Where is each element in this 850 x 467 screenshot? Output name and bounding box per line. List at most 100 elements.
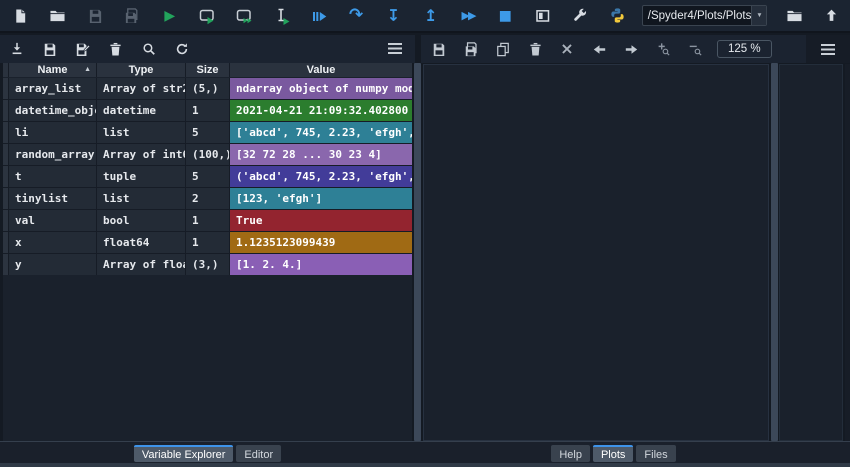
row-header <box>3 78 8 99</box>
tab-files[interactable]: Files <box>636 445 676 462</box>
parent-directory-button[interactable] <box>813 1 850 31</box>
run-button[interactable]: ▶ <box>151 1 188 31</box>
hamburger-icon <box>821 43 835 55</box>
new-file-button[interactable] <box>2 1 39 31</box>
name-cell[interactable]: val <box>9 210 96 231</box>
size-cell[interactable]: 1 <box>186 232 229 253</box>
plots-options-button[interactable] <box>806 35 850 63</box>
value-cell[interactable]: ('abcd', 745, 2.23, 'efgh', 70.2) <box>230 166 412 187</box>
step-return-button[interactable]: ↥ <box>412 1 449 31</box>
run-current-line-button[interactable]: ↷ <box>338 1 375 31</box>
run-cell-button[interactable] <box>188 1 225 31</box>
left-pane-scrollbar[interactable] <box>414 63 421 441</box>
tab-editor[interactable]: Editor <box>236 445 282 462</box>
python-path-button[interactable] <box>599 1 636 31</box>
save-data-as-button[interactable] <box>66 36 99 62</box>
variable-explorer-options-button[interactable] <box>378 35 411 61</box>
type-cell[interactable]: Array of str224 <box>97 78 185 99</box>
zoom-in-button[interactable] <box>647 36 679 62</box>
save-data-as-icon <box>75 42 90 56</box>
size-cell[interactable]: 5 <box>186 166 229 187</box>
save-data-button[interactable] <box>33 36 66 62</box>
name-cell[interactable]: tinylist <box>9 188 96 209</box>
size-cell[interactable]: (100,) <box>186 144 229 165</box>
row-header <box>3 122 8 143</box>
run-selection-button[interactable] <box>263 1 300 31</box>
right-tab-bar: Help Plots Files <box>421 445 806 462</box>
value-cell[interactable]: [32 72 28 ... 30 23 4] <box>230 144 412 165</box>
size-cell[interactable]: 1 <box>186 100 229 121</box>
save-all-plots-button[interactable] <box>455 36 487 62</box>
remove-all-plots-button[interactable]: × <box>551 36 583 62</box>
table-corner <box>3 63 8 77</box>
working-directory-combobox[interactable]: /Spyder4/Plots/Plots ▼ <box>641 5 768 26</box>
name-cell[interactable]: array_list <box>9 78 96 99</box>
save-button[interactable] <box>77 1 114 31</box>
rerun-arc-icon: ↷ <box>349 5 364 25</box>
value-cell[interactable]: ndarray object of numpy module <box>230 78 412 99</box>
maximize-pane-button[interactable] <box>524 1 561 31</box>
value-cell[interactable]: True <box>230 210 412 231</box>
name-cell[interactable]: t <box>9 166 96 187</box>
value-cell[interactable]: 1.1235123099439 <box>230 232 412 253</box>
run-cell-advance-button[interactable] <box>226 1 263 31</box>
stop-debug-button[interactable]: ■ <box>487 1 524 31</box>
dropdown-caret-icon[interactable]: ▼ <box>751 6 767 25</box>
column-header-name[interactable]: Name ▲ <box>9 63 96 77</box>
next-plot-button[interactable] <box>615 36 647 62</box>
type-cell[interactable]: Array of int64 <box>97 144 185 165</box>
plots-pane-scrollbar[interactable] <box>771 63 778 441</box>
size-cell[interactable]: 1 <box>186 210 229 231</box>
type-cell[interactable]: bool <box>97 210 185 231</box>
debug-file-button[interactable] <box>300 1 337 31</box>
zoom-in-icon <box>656 42 670 56</box>
value-cell[interactable]: [123, 'efgh'] <box>230 188 412 209</box>
plots-toolbar: × 125 % <box>421 35 806 63</box>
previous-plot-button[interactable] <box>583 36 615 62</box>
column-header-value[interactable]: Value <box>230 63 412 77</box>
import-data-button[interactable] <box>0 36 33 62</box>
size-cell[interactable]: (3,) <box>186 254 229 275</box>
open-file-button[interactable] <box>39 1 76 31</box>
remove-plot-button[interactable] <box>519 36 551 62</box>
header-name-label: Name <box>37 64 68 76</box>
save-plot-button[interactable] <box>423 36 455 62</box>
preferences-button[interactable] <box>561 1 598 31</box>
run-cell-icon <box>198 7 216 25</box>
column-header-size[interactable]: Size <box>186 63 229 77</box>
remove-variable-button[interactable] <box>99 36 132 62</box>
variable-table-body: array_listArray of str224(5,)ndarray obj… <box>3 78 412 275</box>
type-cell[interactable]: float64 <box>97 232 185 253</box>
type-cell[interactable]: Array of float32 <box>97 254 185 275</box>
column-header-type[interactable]: Type <box>97 63 185 77</box>
step-into-button[interactable]: ↧ <box>375 1 412 31</box>
value-cell[interactable]: [1. 2. 4.] <box>230 254 412 275</box>
name-cell[interactable]: li <box>9 122 96 143</box>
size-cell[interactable]: 5 <box>186 122 229 143</box>
value-cell[interactable]: ['abcd', 745, 2.23, 'efgh', 70.2] <box>230 122 412 143</box>
size-cell[interactable]: (5,) <box>186 78 229 99</box>
tab-plots[interactable]: Plots <box>592 445 634 462</box>
value-cell[interactable]: 2021-04-21 21:09:32.402800 <box>230 100 412 121</box>
browse-directory-button[interactable] <box>775 1 812 31</box>
name-cell[interactable]: datetime_object <box>9 100 96 121</box>
continue-button[interactable]: ▶▶ <box>449 1 486 31</box>
row-header <box>3 188 8 209</box>
name-cell[interactable]: random_array <box>9 144 96 165</box>
type-cell[interactable]: list <box>97 122 185 143</box>
name-cell[interactable]: x <box>9 232 96 253</box>
type-cell[interactable]: datetime <box>97 100 185 121</box>
copy-plot-button[interactable] <box>487 36 519 62</box>
size-cell[interactable]: 2 <box>186 188 229 209</box>
zoom-out-button[interactable] <box>679 36 711 62</box>
thumbnail-scrollbar-track[interactable] <box>845 64 850 441</box>
save-all-button[interactable] <box>114 1 151 31</box>
tab-help[interactable]: Help <box>551 445 590 462</box>
tab-variable-explorer[interactable]: Variable Explorer <box>133 445 234 462</box>
search-variable-button[interactable] <box>132 36 165 62</box>
type-cell[interactable]: tuple <box>97 166 185 187</box>
refresh-variables-button[interactable] <box>165 36 198 62</box>
name-cell[interactable]: y <box>9 254 96 275</box>
main-toolbar: ▶ ↷ ↧ ↥ ▶▶ ■ /Spyder4/Plots/Plots ▼ <box>0 0 850 33</box>
type-cell[interactable]: list <box>97 188 185 209</box>
